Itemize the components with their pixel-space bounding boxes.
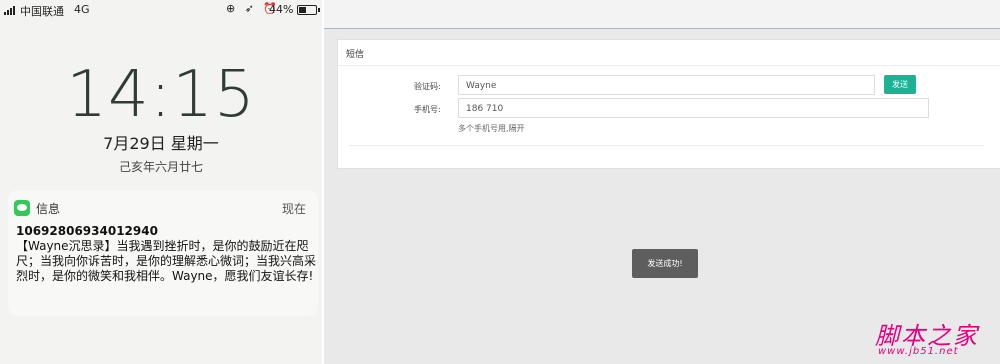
card-divider	[338, 65, 1000, 66]
phone-label: 手机号:	[414, 105, 441, 114]
success-toast: 发送成功!	[632, 249, 698, 278]
message-notification[interactable]: 信息 现在 10692806934012940 【Wayne沉思录】当我遇到挫折…	[8, 190, 318, 316]
watermark-url: www.jb51.net	[878, 346, 959, 357]
screenshot-root: 中国联通 4G ⊕ ➶ ⏰ 44% 14:15 7月29日 星期一 己亥年六月廿…	[0, 0, 1000, 364]
lock-date: 7月29日 星期一	[103, 134, 219, 153]
web-top-bar	[324, 0, 1000, 29]
battery-nub	[318, 8, 320, 12]
lock-time: 14:15	[66, 58, 256, 132]
site-watermark-logo: 脚本之家 www.jb51.net	[875, 316, 995, 360]
network-type: 4G	[74, 3, 90, 16]
battery-icon	[297, 5, 317, 15]
phone-lock-screen: 中国联通 4G ⊕ ➶ ⏰ 44% 14:15 7月29日 星期一 己亥年六月廿…	[0, 0, 322, 364]
sms-card: 短信 验证码: Wayne 发送 手机号: 186 710 多个手机号用,隔开	[337, 39, 1000, 169]
sms-web-page: 短信 验证码: Wayne 发送 手机号: 186 710 多个手机号用,隔开 …	[324, 0, 1000, 364]
code-label: 验证码:	[414, 82, 441, 91]
notification-time: 现在	[281, 202, 306, 216]
lunar-date: 己亥年六月廿七	[118, 160, 203, 174]
status-bar: 中国联通 4G ⊕ ➶ ⏰ 44%	[0, 0, 322, 20]
messages-app-icon	[14, 200, 30, 216]
card-title: 短信	[346, 50, 365, 60]
notification-header: 信息 现在	[8, 190, 318, 224]
send-button[interactable]: 发送	[884, 75, 916, 94]
notification-sender: 10692806934012940	[16, 224, 158, 238]
phone-input[interactable]: 186 710	[458, 98, 929, 118]
signal-icon	[4, 5, 18, 15]
notification-body: 【Wayne沉思录】当我遇到挫折时，是你的鼓励近在咫尺；当我向你诉苦时，是你的理…	[16, 239, 317, 283]
carrier-name: 中国联通	[20, 5, 64, 18]
battery-fill	[299, 7, 306, 13]
card-bottom-divider	[348, 145, 984, 146]
battery-percent: 44%	[269, 3, 294, 16]
code-input[interactable]: Wayne	[458, 75, 875, 95]
phone-hint: 多个手机号用,隔开	[458, 124, 525, 133]
notification-app-name: 信息	[36, 202, 61, 216]
